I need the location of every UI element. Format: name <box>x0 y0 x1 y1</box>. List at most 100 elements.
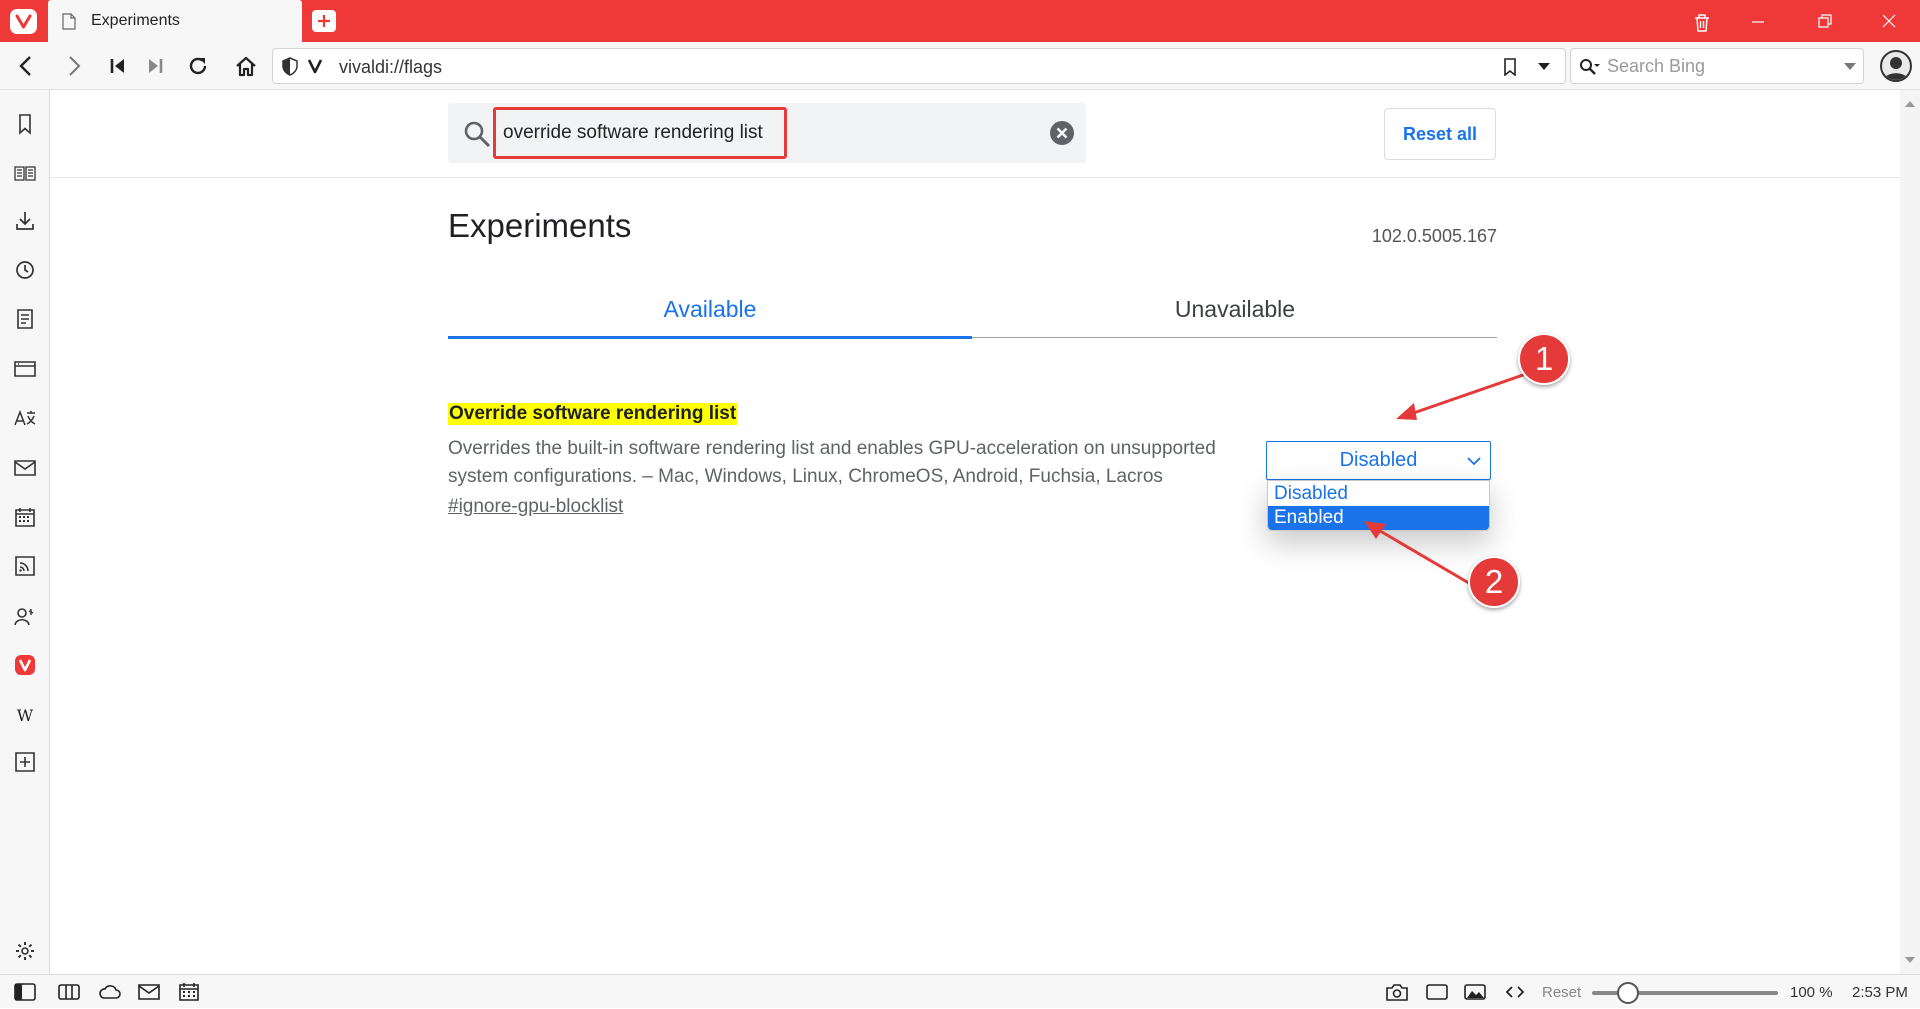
mail-status-button[interactable] <box>130 975 166 1009</box>
window-status-button[interactable] <box>1418 975 1454 1009</box>
scroll-down-icon[interactable] <box>1905 956 1915 964</box>
address-bar: vivaldi://flags <box>0 42 1920 90</box>
vivaldi-icon <box>15 655 35 675</box>
minimize-icon <box>1752 21 1764 23</box>
trash-button[interactable] <box>1676 0 1726 42</box>
vivaldi-menu-button[interactable] <box>10 9 37 34</box>
home-button[interactable] <box>225 42 265 90</box>
chevron-down-icon[interactable] <box>1538 63 1550 71</box>
page-actions-button[interactable] <box>1496 975 1532 1009</box>
history-icon <box>16 261 34 279</box>
bookmark-page-icon[interactable] <box>1503 58 1517 76</box>
url-field[interactable]: vivaldi://flags <box>272 48 1566 84</box>
calendar-icon <box>179 983 199 1001</box>
search-icon <box>1580 59 1600 75</box>
close-icon <box>1882 14 1896 28</box>
back-button[interactable] <box>6 42 46 90</box>
shield-icon <box>282 57 298 76</box>
panel-bookmarks-button[interactable] <box>0 103 50 143</box>
add-panel-icon <box>15 752 35 772</box>
rewind-button[interactable] <box>99 42 139 90</box>
feeds-icon <box>15 556 35 576</box>
panel-contacts-button[interactable] <box>0 595 50 635</box>
annotation-arrows <box>1364 372 1527 591</box>
close-window-button[interactable] <box>1864 0 1914 42</box>
zoom-slider-thumb[interactable] <box>1617 982 1639 1004</box>
mail-icon <box>138 984 160 1000</box>
panel-add-button[interactable] <box>0 741 50 781</box>
plus-icon <box>318 15 330 27</box>
images-toggle-button[interactable] <box>1456 975 1492 1009</box>
translate-icon <box>14 409 36 426</box>
title-bar: Experiments <box>0 0 1920 42</box>
page-scrollbar[interactable] <box>1900 90 1920 974</box>
panel-history-button[interactable] <box>0 249 50 289</box>
panel-wikipedia-button[interactable]: W <box>0 694 50 734</box>
profile-avatar[interactable] <box>1880 50 1912 82</box>
capture-button[interactable] <box>1378 975 1414 1009</box>
settings-button[interactable] <box>0 930 50 970</box>
clock: 2:53 PM <box>1852 984 1908 1001</box>
downloads-icon <box>16 212 34 230</box>
zoom-reset-button[interactable]: Reset <box>1542 984 1581 1001</box>
image-icon <box>1464 984 1486 1000</box>
window-panel-icon <box>14 361 36 377</box>
minimize-button[interactable] <box>1733 0 1783 42</box>
trash-icon <box>1695 14 1709 32</box>
panel-reading-list-button[interactable] <box>0 152 50 192</box>
status-bar: Reset 100 % 2:53 PM <box>0 974 1920 1008</box>
calendar-icon <box>15 508 35 527</box>
fast-forward-icon <box>149 59 163 73</box>
settings-icon <box>16 942 34 960</box>
sync-button[interactable] <box>90 975 126 1009</box>
tiling-icon <box>58 984 80 1000</box>
fast-forward-button[interactable] <box>135 42 175 90</box>
tab-tiling-button[interactable] <box>50 975 86 1009</box>
rewind-icon <box>110 59 124 73</box>
back-arrow-icon <box>19 56 31 76</box>
toggle-panel-button[interactable] <box>6 975 42 1009</box>
wikipedia-icon: W <box>17 706 34 725</box>
tab-title: Experiments <box>91 12 180 29</box>
panel-translate-button[interactable] <box>0 397 50 437</box>
notes-icon <box>17 309 33 329</box>
panel-mail-button[interactable] <box>0 447 50 487</box>
annotation-badge-2: 2 <box>1468 556 1520 608</box>
search-engine-field[interactable] <box>1570 48 1864 84</box>
annotation-badge-1: 1 <box>1518 333 1570 385</box>
panel-vivaldi-button[interactable] <box>0 644 50 684</box>
panel-downloads-button[interactable] <box>0 200 50 240</box>
window-icon <box>1426 984 1448 1000</box>
restore-button[interactable] <box>1800 0 1850 42</box>
page-icon <box>62 13 76 30</box>
panel-toggle-icon <box>14 983 36 1001</box>
user-icon <box>1884 57 1908 80</box>
vivaldi-v-icon <box>307 59 323 74</box>
vivaldi-logo-icon <box>15 14 32 29</box>
panel-calendar-button[interactable] <box>0 496 50 536</box>
url-text: vivaldi://flags <box>339 57 443 77</box>
reading-list-icon <box>14 166 36 181</box>
panel-feeds-button[interactable] <box>0 545 50 585</box>
chevron-down-icon[interactable] <box>1844 63 1856 71</box>
svg-text:W: W <box>17 706 34 725</box>
panel-window-button[interactable] <box>0 348 50 388</box>
contacts-icon <box>14 608 34 626</box>
restore-icon <box>1818 14 1832 28</box>
mail-icon <box>14 460 36 476</box>
new-tab-button[interactable] <box>312 10 336 32</box>
panel-notes-button[interactable] <box>0 298 50 338</box>
reload-button[interactable] <box>177 42 217 90</box>
tab-experiments[interactable]: Experiments <box>48 0 302 42</box>
cloud-icon <box>99 985 121 999</box>
reload-icon <box>189 57 207 75</box>
calendar-status-button[interactable] <box>170 975 206 1009</box>
home-icon <box>236 56 256 77</box>
code-icon <box>1505 986 1525 998</box>
page-content: Reset all Experiments 102.0.5005.167 Ava… <box>51 90 1900 974</box>
search-engine-input[interactable] <box>1607 55 1827 77</box>
forward-button[interactable] <box>54 42 94 90</box>
scroll-up-icon[interactable] <box>1905 100 1915 108</box>
side-panel: W <box>0 90 50 974</box>
zoom-level: 100 % <box>1790 984 1833 1001</box>
